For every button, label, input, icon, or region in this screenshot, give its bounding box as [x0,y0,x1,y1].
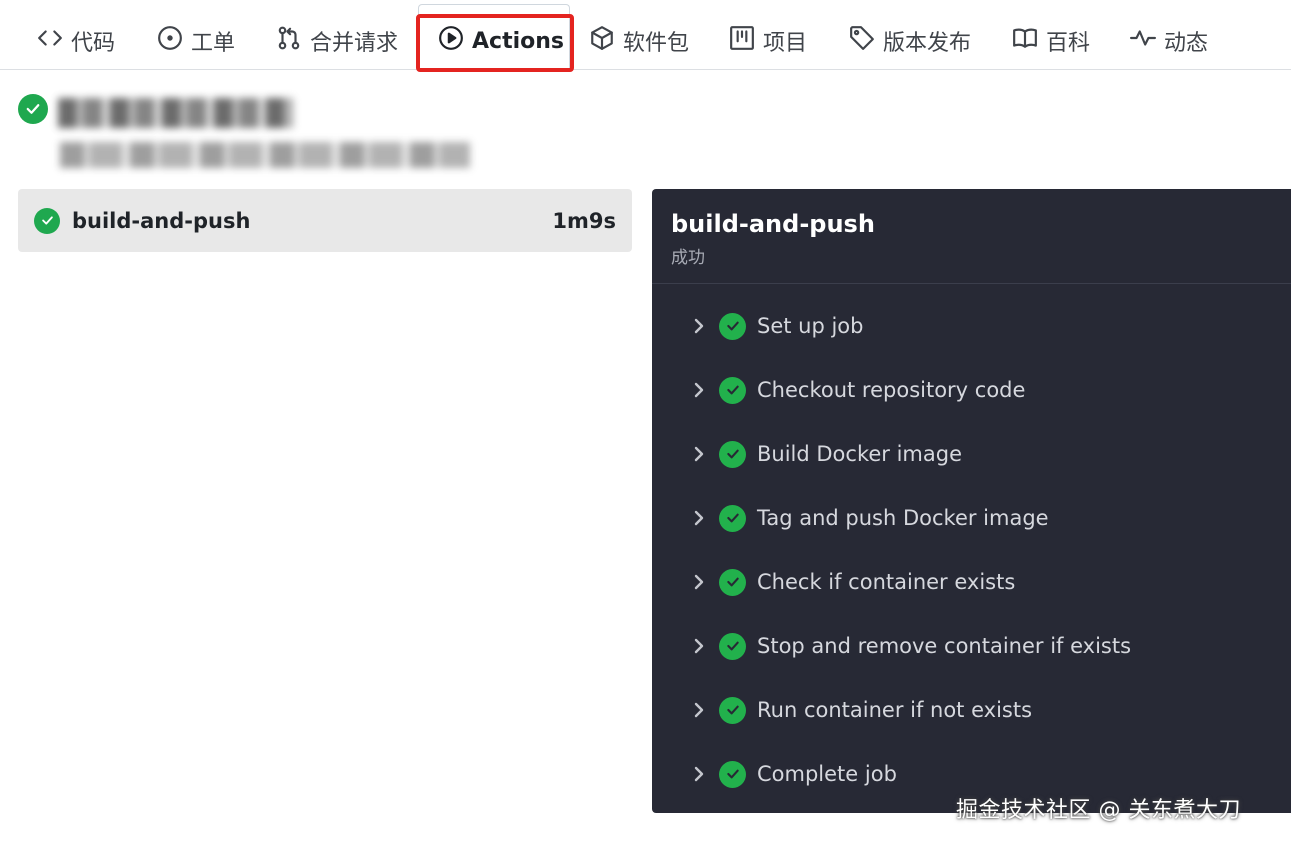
step-label: Checkout repository code [757,378,1026,402]
chevron-right-icon[interactable] [692,316,706,336]
package-icon [589,25,615,57]
job-duration: 1m9s [552,208,616,233]
tab-activity[interactable]: 动态 [1130,14,1208,68]
step-row[interactable]: Tag and push Docker image [652,498,1291,538]
chevron-right-icon[interactable] [692,508,706,528]
tab-label: 百科 [1046,31,1091,56]
step-label: Run container if not exists [757,698,1033,722]
book-icon [1012,25,1038,57]
run-title-redacted [58,98,293,128]
chevron-right-icon[interactable] [692,700,706,720]
tab-label: 版本发布 [883,31,972,56]
tab-label: 工单 [191,31,236,56]
step-label: Stop and remove container if exists [757,634,1132,658]
tab-label: 动态 [1164,31,1209,56]
tab-pull-requests[interactable]: 合并请求 [276,14,398,68]
tab-packages[interactable]: 软件包 [589,14,689,68]
run-meta-redacted [60,142,470,168]
tag-icon [849,25,875,57]
chevron-right-icon[interactable] [692,380,706,400]
chevron-right-icon[interactable] [692,444,706,464]
project-icon [729,25,755,57]
check-circle-icon [719,696,746,724]
job-name: build-and-push [72,208,251,233]
check-circle-icon [34,207,60,234]
check-circle-icon [719,376,746,404]
pull-request-icon [276,25,302,57]
tab-releases[interactable]: 版本发布 [849,14,971,68]
chevron-right-icon[interactable] [692,572,706,592]
step-label: Tag and push Docker image [757,506,1049,530]
tab-projects[interactable]: 项目 [729,14,807,68]
job-detail-panel: build-and-push 成功 Set up job Checkout re… [652,189,1291,813]
check-circle-icon [719,312,746,340]
step-row[interactable]: Complete job [652,754,1291,794]
tab-label: 合并请求 [310,31,399,56]
step-row[interactable]: Build Docker image [652,434,1291,474]
tab-issues[interactable]: 工单 [157,14,235,68]
check-circle-icon [719,760,746,788]
repo-nav: 代码 工单 合并请求 Actions 软件包 项目 版本发布 百科 动态 [0,0,1291,72]
chevron-right-icon[interactable] [692,764,706,784]
job-detail-title: build-and-push [671,210,875,238]
watermark-text: 掘金技术社区 @ 关东煮大刀 [956,798,1241,823]
job-detail-status: 成功 [671,248,705,268]
step-row[interactable]: Checkout repository code [652,370,1291,410]
check-circle-icon [719,568,746,596]
step-label: Complete job [757,762,897,786]
tab-wiki[interactable]: 百科 [1012,14,1090,68]
step-row[interactable]: Run container if not exists [652,690,1291,730]
tab-label: 代码 [71,31,116,56]
step-label: Build Docker image [757,442,963,466]
check-circle-icon [719,504,746,532]
step-row[interactable]: Check if container exists [652,562,1291,602]
chevron-right-icon[interactable] [692,636,706,656]
job-list-item[interactable]: build-and-push 1m9s [18,189,632,252]
step-row[interactable]: Set up job [652,306,1291,346]
tab-label: 软件包 [623,31,690,56]
step-row[interactable]: Stop and remove container if exists [652,626,1291,666]
tab-label: 项目 [763,31,808,56]
step-label: Set up job [757,314,864,338]
pulse-icon [1130,25,1156,57]
annotation-highlight-box [416,14,574,72]
issue-icon [157,25,183,57]
job-detail-header: build-and-push 成功 [652,189,1291,284]
run-header [18,94,470,168]
check-circle-icon [719,440,746,468]
check-circle-icon [18,94,48,124]
tab-code[interactable]: 代码 [37,14,115,68]
check-circle-icon [719,632,746,660]
step-label: Check if container exists [757,570,1016,594]
code-icon [37,25,63,57]
